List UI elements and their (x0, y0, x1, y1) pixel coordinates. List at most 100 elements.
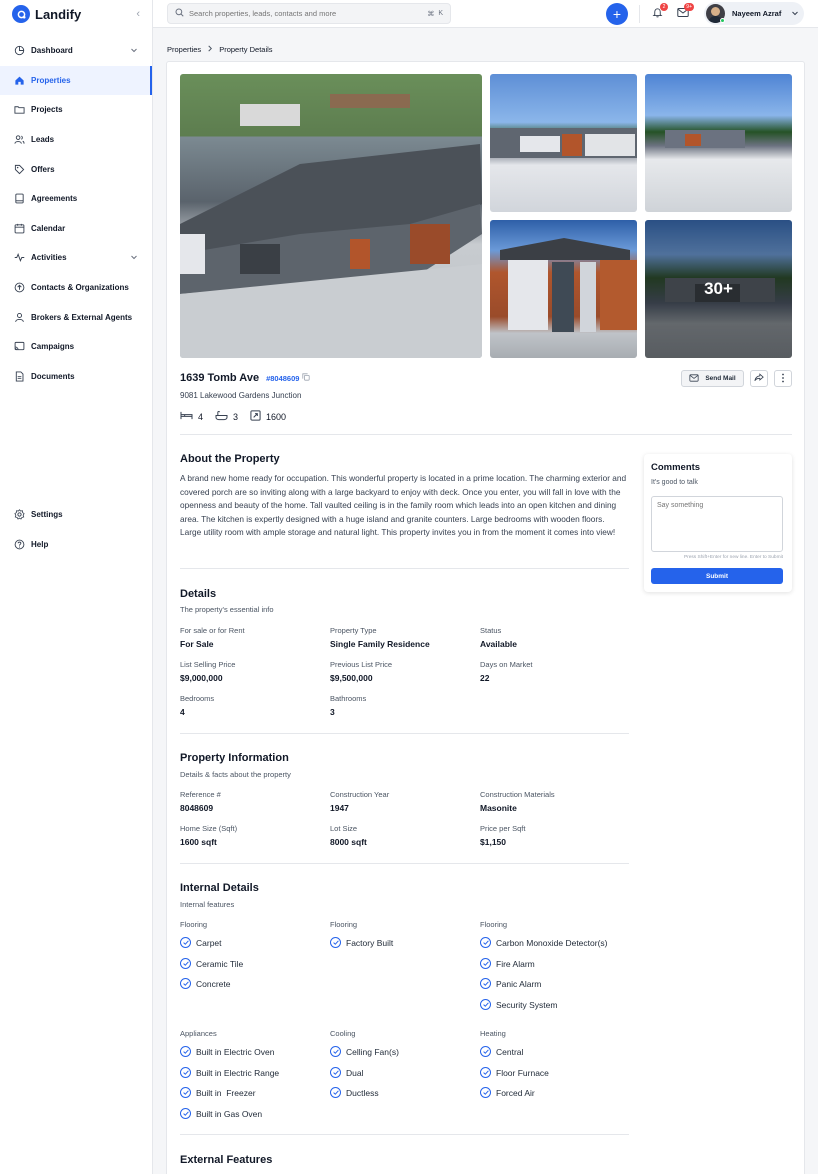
copy-icon[interactable] (302, 373, 311, 383)
activity-icon (14, 252, 25, 263)
feature-group-heading: Flooring (480, 920, 508, 929)
check-circle-icon (330, 1067, 341, 1078)
sidebar-item-dashboard[interactable]: Dashboard (0, 36, 152, 66)
feature-item: Security System (480, 999, 557, 1010)
book-icon (14, 193, 25, 204)
field-value: 4 (180, 707, 185, 717)
sidebar-item-properties[interactable]: Properties (0, 65, 152, 96)
sidebar-item-label: Brokers & External Agents (31, 312, 133, 322)
field-label: For sale or for Rent (180, 626, 245, 635)
field-label: Construction Year (330, 790, 390, 799)
house-illustration (500, 238, 637, 332)
share-button[interactable] (750, 370, 768, 387)
sidebar-item-documents[interactable]: Documents (0, 362, 152, 392)
shortcut-k-key: K (438, 10, 443, 17)
collapse-sidebar-button[interactable]: ‹ (136, 8, 140, 20)
notifications-count-badge: 2 (660, 3, 668, 11)
field-value: Masonite (480, 803, 517, 813)
chevron-down-icon (130, 46, 138, 56)
field-value: $1,150 (480, 837, 506, 847)
property-photo-3[interactable] (645, 74, 792, 212)
feature-item: Built in Electric Oven (180, 1046, 274, 1057)
internal-details-subtitle: Internal features (180, 900, 235, 909)
send-mail-button[interactable]: Send Mail (681, 370, 744, 387)
property-photo-5[interactable]: 30+ (645, 220, 792, 358)
gear-icon (14, 509, 25, 520)
user-menu[interactable]: Nayeem Azraf (704, 2, 804, 25)
sidebar-item-offers[interactable]: Offers (0, 154, 152, 184)
check-circle-icon (480, 937, 491, 948)
field-label: Lot Size (330, 824, 358, 833)
more-options-button[interactable] (774, 370, 792, 387)
check-circle-icon (480, 978, 491, 989)
feature-item: Carbon Monoxide Detector(s) (480, 937, 608, 948)
field-value: 3 (330, 707, 335, 717)
property-stats: 4 3 1600 (180, 410, 298, 423)
sidebar-item-label: Contacts & Organizations (31, 283, 129, 293)
feature-item: Floor Furnace (480, 1067, 549, 1078)
field-label: Reference # (180, 790, 221, 799)
property-photo-2[interactable] (490, 74, 637, 212)
contacts-icon (14, 282, 25, 293)
sidebar-item-help[interactable]: Help (0, 530, 152, 560)
notifications-button[interactable]: 2 (650, 3, 668, 20)
sidebar-item-campaigns[interactable]: Campaigns (0, 332, 152, 362)
feature-group-heading: Cooling (330, 1029, 356, 1038)
sidebar-item-leads[interactable]: Leads (0, 125, 152, 155)
feature-label: Celling Fan(s) (346, 1046, 399, 1057)
field-value: 8000 sqft (330, 837, 367, 847)
about-text: A brand new home ready for occupation. T… (180, 473, 627, 538)
submit-comment-button[interactable]: Submit (651, 568, 783, 584)
feature-label: Central (496, 1046, 524, 1057)
feature-label: Forced Air (496, 1087, 535, 1098)
property-main-photo[interactable] (180, 74, 482, 358)
area-stat: 1600 (250, 410, 286, 423)
property-photo-4[interactable] (490, 220, 637, 358)
sidebar-item-calendar[interactable]: Calendar (0, 214, 152, 244)
search-bar[interactable]: ⌘ K (167, 3, 451, 24)
landify-logo-icon (12, 5, 30, 23)
comment-input[interactable] (651, 496, 783, 552)
shortcut-cmd-key: ⌘ (427, 10, 435, 18)
property-info-title: Property Information (180, 752, 289, 764)
sidebar-item-settings[interactable]: Settings (0, 500, 152, 530)
sidebar-item-label: Properties (31, 75, 71, 85)
sidebar-item-agreements[interactable]: Agreements (0, 184, 152, 214)
feature-item: Built in Electric Range (180, 1067, 279, 1078)
sidebar-item-label: Agreements (31, 194, 78, 204)
help-icon (14, 539, 25, 550)
field-value: For Sale (180, 639, 214, 649)
sidebar-item-label: Projects (31, 105, 63, 115)
feature-label: Ceramic Tile (196, 958, 244, 969)
field-label: Construction Materials (480, 790, 555, 799)
feature-label: Factory Built (346, 937, 394, 948)
bathrooms-count: 3 (233, 411, 239, 422)
section-divider (180, 434, 792, 435)
search-input[interactable] (189, 9, 424, 18)
sidebar-item-label: Help (31, 539, 49, 549)
sidebar-item-projects[interactable]: Projects (0, 95, 152, 125)
sidebar-item-label: Leads (31, 135, 55, 145)
sidebar-item-contacts-organizations[interactable]: Contacts & Organizations (0, 273, 152, 303)
sidebar-item-activities[interactable]: Activities (0, 243, 152, 273)
feature-label: Carpet (196, 937, 222, 948)
check-circle-icon (330, 1046, 341, 1057)
check-circle-icon (180, 1108, 191, 1119)
sidebar-item-brokers-external-agents[interactable]: Brokers & External Agents (0, 302, 152, 332)
check-circle-icon (480, 1046, 491, 1057)
feature-item: Ductless (330, 1087, 379, 1098)
comments-panel: Comments It's good to talk Press Shift+E… (644, 454, 792, 592)
chevron-right-icon (207, 45, 213, 54)
more-photos-overlay[interactable]: 30+ (645, 220, 792, 358)
feature-label: Panic Alarm (496, 978, 542, 989)
add-new-button[interactable]: + (606, 3, 628, 25)
feature-label: Built in Electric Oven (196, 1046, 275, 1057)
field-value: 1947 (330, 803, 349, 813)
house-illustration (490, 128, 637, 158)
messages-button[interactable]: 9+ (676, 3, 694, 20)
feature-item: Panic Alarm (480, 978, 541, 989)
breadcrumb-properties-link[interactable]: Properties (167, 45, 201, 54)
feature-item: Built in Freezer (180, 1087, 256, 1098)
comment-hint: Press Shift+Enter for new line. Enter to… (683, 555, 783, 560)
brand: Landify ‹ (0, 0, 152, 28)
